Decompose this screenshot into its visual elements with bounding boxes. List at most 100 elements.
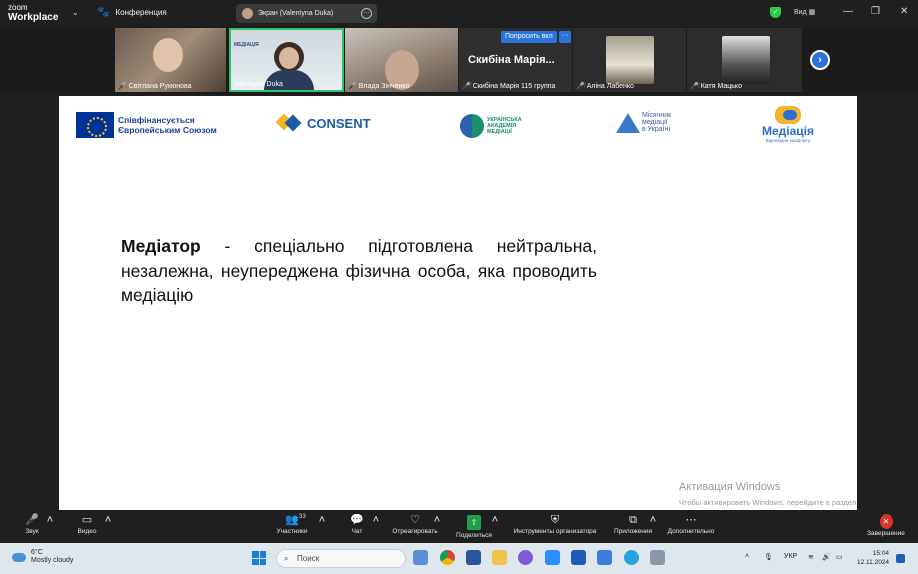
grid-icon: ▦ [808, 9, 816, 16]
zoom-app-icon[interactable] [545, 550, 560, 565]
more-options-icon[interactable]: ··· [361, 8, 372, 19]
mic-muted-icon: 🎤̸ [118, 83, 127, 90]
participant-name-row: Valentyna Duka [234, 81, 283, 88]
mountain-icon [616, 112, 640, 133]
academy-line3: МЕДІАЦІЇ [487, 129, 512, 135]
word-app-icon[interactable] [466, 550, 481, 565]
mic-muted-icon: 🎤̸ [462, 83, 471, 90]
month-line3: в Україні [642, 126, 671, 133]
chat-button[interactable]: 💬 Чат [345, 513, 369, 535]
microphone-tray-icon[interactable]: 🎙 [764, 553, 773, 561]
file-save-app-icon[interactable] [413, 550, 428, 565]
video-options-caret[interactable]: ˄ [103, 513, 113, 528]
apps-options-caret[interactable]: ˄ [648, 513, 658, 528]
weather-widget[interactable]: 6°C Mostly cloudy [12, 549, 73, 565]
participant-tile-active-speaker[interactable]: МЕДІАЦІЯ Valentyna Duka [229, 28, 344, 92]
minimize-icon[interactable]: — [843, 6, 853, 17]
view-button[interactable]: Вид ▦ [794, 8, 815, 16]
taskbar-clock[interactable]: 15:04 12.11.2024 [857, 549, 889, 567]
participant-big-label: Скибіна Марія... [468, 54, 555, 66]
taskbar-search-input[interactable]: ⌕ Поиск [276, 549, 406, 568]
chevron-up-icon: ˄ [372, 514, 380, 526]
view-label: Вид [794, 9, 807, 16]
security-shield-icon[interactable]: ✓ [770, 7, 781, 18]
end-meeting-button[interactable]: ✕ Завершение [864, 513, 908, 537]
windows-start-icon[interactable] [252, 551, 266, 565]
paw-icon: 🐾 [97, 7, 110, 18]
ask-to-start-video-button[interactable]: Попросить вкл [501, 31, 557, 43]
notification-icon[interactable] [896, 554, 905, 563]
chevron-up-icon: ˄ [46, 514, 54, 526]
chevron-down-icon[interactable]: ⌄ [72, 8, 79, 17]
participant-tile[interactable]: 🎤̸ Аліна Лабенко [573, 28, 686, 92]
next-page-arrow-icon[interactable]: › [810, 50, 830, 70]
participant-name-row: 🎤̸ Скибіна Марія 115 группа [462, 82, 555, 91]
tray-chevron-up-icon[interactable]: ˄ [745, 553, 749, 560]
react-label: Отреагировать [392, 528, 438, 535]
speech-bubble-icon [775, 106, 801, 124]
chat-icon: 💬 [350, 514, 364, 526]
consent-logo: CONSENT [275, 113, 371, 132]
eu-text: Співфінансується Європейським Союзом [118, 115, 217, 135]
participants-options-caret[interactable]: ˄ [317, 513, 327, 528]
brand-line2: Workplace [8, 12, 59, 23]
pen-app-icon[interactable] [597, 550, 612, 565]
mediation-logo-title: Медіація [762, 124, 815, 138]
eu-line1: Співфінансується [118, 115, 195, 125]
conference-label: Конференция [115, 8, 167, 17]
host-tools-button[interactable]: ⛨ Инструменты организатора [507, 513, 603, 535]
participants-count: 33 [299, 514, 306, 520]
wifi-icon[interactable]: ≋ [808, 553, 814, 561]
participant-tile[interactable]: 🎤̸ Світлана Рукюнова [115, 28, 226, 92]
background-logo: МЕДІАЦІЯ [234, 42, 259, 48]
participant-tile[interactable]: 🎤̸ Влада Зінченко [345, 28, 458, 92]
screen-share-indicator[interactable]: Экран (Valentyna Duka) ··· [236, 4, 377, 23]
chat-options-caret[interactable]: ˄ [371, 513, 381, 528]
close-icon[interactable]: ✕ [900, 6, 908, 17]
month-line2: медіації [642, 119, 668, 126]
more-options-icon[interactable]: ··· [559, 31, 571, 43]
partner-logos: Співфінансується Європейським Союзом CON… [59, 102, 857, 148]
chat-label: Чат [351, 528, 363, 535]
participant-tile[interactable]: 🎤̸ Катя Мацько [687, 28, 802, 92]
month-line1: Місячник [642, 112, 672, 119]
participant-name: Valentyna Duka [234, 81, 283, 88]
video-button[interactable]: ▭ Видео [74, 513, 100, 535]
viber-app-icon[interactable] [518, 550, 533, 565]
restore-icon[interactable]: ❐ [871, 6, 880, 17]
audio-options-caret[interactable]: ˄ [45, 513, 55, 528]
chevron-up-icon: ˄ [491, 514, 499, 526]
file-explorer-icon[interactable] [492, 550, 507, 565]
consent-mark-icon [275, 113, 304, 132]
chrome-app-icon[interactable] [440, 550, 455, 565]
language-indicator[interactable]: УКР [784, 553, 797, 560]
volume-icon[interactable]: 🔊 [822, 553, 831, 561]
host-tools-label: Инструменты организатора [513, 528, 597, 535]
chevron-up-icon: ˄ [433, 514, 441, 526]
battery-icon[interactable]: ▭ [836, 553, 843, 561]
participant-video [153, 38, 183, 72]
share-options-caret[interactable]: ˄ [490, 513, 500, 528]
participants-button[interactable]: 👥 33 Участники [272, 513, 312, 535]
telegram-app-icon[interactable] [624, 550, 639, 565]
participant-name: Світлана Рукюнова [128, 82, 192, 90]
weather-text: 6°C Mostly cloudy [31, 549, 73, 565]
clock-time: 15:04 [872, 550, 890, 557]
settings-gear-icon[interactable] [650, 550, 665, 565]
eu-cofunded-logo: Співфінансується Європейським Союзом [76, 112, 217, 138]
l-app-icon[interactable] [571, 550, 586, 565]
conference-menu[interactable]: 🐾 Конференция [97, 7, 167, 18]
share-screen-icon: ⇧ [467, 515, 481, 530]
meeting-toolbar: 🎤 Звук ˄ ▭ Видео ˄ 👥 33 Участники ˄ 💬 Ча… [0, 510, 918, 543]
more-button[interactable]: ⋯ Дополнительно [663, 513, 719, 535]
audio-button[interactable]: 🎤 Звук [22, 513, 42, 535]
zoom-window: zoom Workplace ⌄ 🐾 Конференция Экран (Va… [0, 0, 918, 574]
screen-share-label: Экран (Valentyna Duka) [258, 10, 334, 17]
mediation-month-text: Місячник медіації в Україні [642, 112, 671, 133]
windows-activation-title: Активация Windows [679, 481, 781, 493]
mic-muted-icon: 🎤̸ [576, 83, 585, 90]
academy-text: УКРАЇНСЬКА АКАДЕМІЯ МЕДІАЦІЇ [487, 117, 522, 135]
react-options-caret[interactable]: ˄ [432, 513, 442, 528]
audio-label: Звук [25, 528, 39, 535]
shared-screen-slide: Співфінансується Європейським Союзом CON… [59, 96, 857, 510]
